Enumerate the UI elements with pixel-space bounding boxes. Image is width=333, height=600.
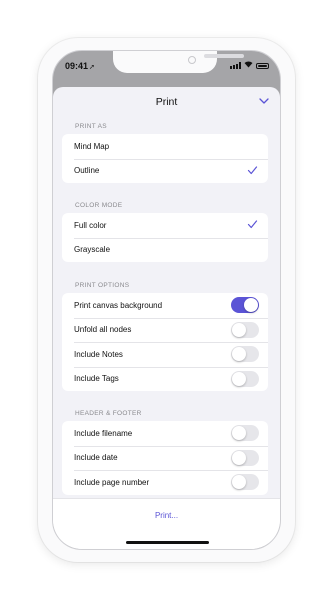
option-label: Mind Map <box>74 141 110 151</box>
speaker-grille <box>204 54 244 58</box>
chevron-down-icon[interactable] <box>258 95 270 107</box>
option-include-notes: Include Notes <box>62 342 268 367</box>
option-include-filename: Include filename <box>62 421 268 446</box>
toggle-knob <box>232 322 246 337</box>
status-time-text: 09:41 <box>65 61 89 71</box>
section-label-header-footer: HEADER & FOOTER <box>75 410 142 417</box>
print-button[interactable]: Print... <box>53 511 280 520</box>
phone-frame: 09:41➚ Print PRINT AS Mind Map Outline C… <box>38 38 295 562</box>
sheet-header: Print <box>53 87 280 117</box>
section-label-color-mode: COLOR MODE <box>75 202 123 209</box>
option-label: Full color <box>74 220 107 230</box>
option-label: Print canvas background <box>74 300 163 310</box>
checkmark-icon <box>247 220 258 229</box>
battery-icon <box>256 62 269 69</box>
section-label-print-options: PRINT OPTIONS <box>75 282 130 289</box>
option-include-tags: Include Tags <box>62 366 268 392</box>
option-label: Include page number <box>74 477 150 487</box>
option-label: Include date <box>74 453 118 463</box>
home-indicator <box>126 541 209 544</box>
option-print-canvas-background: Print canvas background <box>62 293 268 318</box>
toggle-switch[interactable] <box>231 321 259 338</box>
toggle-knob <box>244 298 258 312</box>
option-label: Outline <box>74 166 100 176</box>
camera-icon <box>188 56 196 64</box>
option-label: Include Notes <box>74 349 123 359</box>
option-full-color[interactable]: Full color <box>62 213 268 238</box>
notch <box>113 51 244 73</box>
device-screen: 09:41➚ Print PRINT AS Mind Map Outline C… <box>52 50 281 550</box>
print-as-group: Mind Map Outline <box>62 134 268 183</box>
color-mode-group: Full color Grayscale <box>62 213 268 262</box>
option-label: Include Tags <box>74 374 119 384</box>
toggle-switch[interactable] <box>231 370 259 387</box>
header-footer-group: Include filename Include date Include pa… <box>62 421 268 495</box>
signal-icon <box>230 62 241 69</box>
status-time: 09:41➚ <box>65 61 95 71</box>
option-label: Grayscale <box>74 245 111 255</box>
option-label: Include filename <box>74 428 133 438</box>
section-label-print-as: PRINT AS <box>75 123 107 130</box>
option-outline[interactable]: Outline <box>62 158 268 184</box>
toggle-knob <box>232 475 246 489</box>
toggle-knob <box>232 450 246 465</box>
toggle-switch[interactable] <box>231 346 259 362</box>
print-sheet: Print PRINT AS Mind Map Outline COLOR MO… <box>53 87 280 549</box>
toggle-knob <box>232 426 246 440</box>
location-arrow-icon: ➚ <box>89 64 95 71</box>
wifi-icon <box>244 61 253 70</box>
print-options-group: Print canvas background Unfold all nodes… <box>62 293 268 391</box>
status-icons <box>230 61 269 70</box>
sheet-footer: Print... <box>53 498 280 549</box>
option-include-page-number: Include page number <box>62 470 268 495</box>
option-include-date: Include date <box>62 445 268 471</box>
toggle-knob <box>232 347 246 361</box>
option-mind-map[interactable]: Mind Map <box>62 134 268 159</box>
toggle-switch[interactable] <box>231 425 259 441</box>
option-unfold-all-nodes: Unfold all nodes <box>62 317 268 343</box>
toggle-knob <box>232 371 246 386</box>
option-label: Unfold all nodes <box>74 325 132 335</box>
toggle-switch[interactable] <box>231 449 259 466</box>
sheet-title: Print <box>155 96 178 108</box>
toggle-switch[interactable] <box>231 297 259 313</box>
option-grayscale[interactable]: Grayscale <box>62 237 268 263</box>
toggle-switch[interactable] <box>231 474 259 490</box>
checkmark-icon <box>247 165 258 174</box>
